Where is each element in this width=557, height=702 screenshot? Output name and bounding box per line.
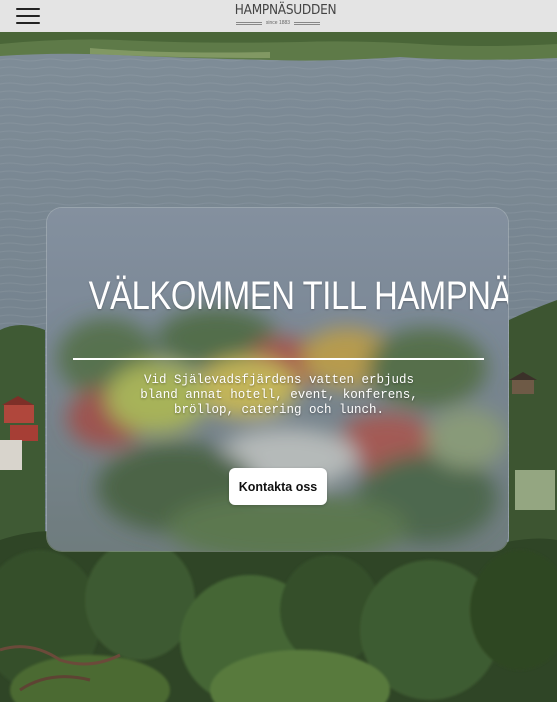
hero-divider — [73, 358, 484, 360]
logo-rule-right — [294, 21, 321, 25]
logo-since: since 1883 — [265, 20, 291, 26]
logo-rule-left — [235, 21, 262, 25]
menu-line — [16, 8, 40, 10]
site-logo[interactable]: HAMPNÄSUDDEN since 1883 — [230, 2, 337, 29]
menu-line — [16, 22, 40, 24]
hamburger-menu-icon[interactable] — [16, 8, 40, 24]
logo-wordmark: HAMPNÄSUDDEN — [234, 2, 337, 18]
hero-description: Vid Själevadsfjärdens vatten erbjuds bla… — [140, 373, 418, 417]
site-header: HAMPNÄSUDDEN since 1883 — [0, 0, 557, 32]
logo-tagline: since 1883 — [230, 20, 326, 26]
menu-line — [16, 15, 40, 17]
contact-button[interactable]: Kontakta oss — [229, 468, 327, 505]
hero-card: VÄLKOMMEN TILL HAMPNÄSUDDEN Vid Själevad… — [46, 207, 509, 552]
hero-title: VÄLKOMMEN TILL HAMPNÄSUDDEN — [88, 274, 509, 318]
